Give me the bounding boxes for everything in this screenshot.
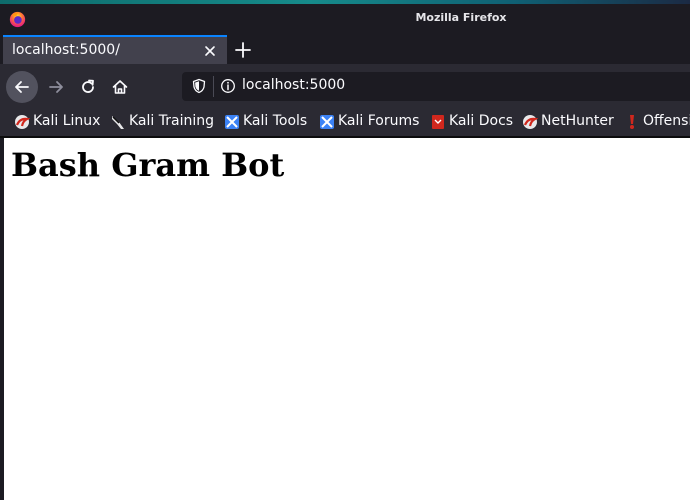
- close-icon[interactable]: [202, 43, 218, 59]
- tab-active[interactable]: localhost:5000/: [3, 35, 227, 64]
- url-bar[interactable]: localhost:5000: [182, 72, 690, 101]
- nethunter-icon: [523, 115, 538, 129]
- title-bar: Mozilla Firefox: [0, 4, 690, 34]
- url-text[interactable]: localhost:5000: [242, 77, 345, 93]
- kali-forums-icon: [320, 115, 334, 129]
- bookmarks-toolbar: Kali Linux Kali Training Kali Tools Kali…: [0, 108, 690, 136]
- bookmark-label: Offensi: [643, 113, 690, 129]
- bookmark-label: Kali Training: [129, 113, 214, 129]
- kali-docs-icon: [432, 115, 444, 129]
- window-title: Mozilla Firefox: [415, 11, 507, 24]
- bookmark-label: Kali Forums: [338, 113, 420, 129]
- page-heading: Bash Gram Bot: [11, 146, 285, 184]
- url-separator: [213, 76, 214, 97]
- bookmark-label: NetHunter: [541, 113, 614, 129]
- bookmark-label: Kali Tools: [243, 113, 308, 129]
- bookmark-label: Kali Linux: [33, 113, 101, 129]
- arrow-left-icon: [15, 81, 29, 93]
- bookmark-label: Kali Docs: [449, 113, 514, 129]
- home-button[interactable]: [104, 71, 136, 103]
- offensive-security-icon: [630, 115, 634, 129]
- reload-icon: [82, 79, 94, 93]
- back-button[interactable]: [6, 71, 38, 103]
- new-tab-icon[interactable]: [233, 40, 253, 60]
- reload-button[interactable]: [72, 71, 104, 103]
- page-content: Bash Gram Bot: [4, 138, 690, 500]
- tab-title: localhost:5000/: [12, 42, 120, 58]
- home-icon: [112, 80, 128, 94]
- kali-tools-icon: [225, 115, 239, 129]
- tab-strip: localhost:5000/: [0, 34, 690, 64]
- arrow-right-icon: [49, 81, 63, 93]
- forward-button[interactable]: [40, 71, 72, 103]
- shield-icon[interactable]: [191, 78, 207, 94]
- kali-training-icon: [112, 116, 124, 129]
- info-icon[interactable]: [220, 78, 236, 94]
- browser-window: Mozilla Firefox localhost:5000/ localhos…: [0, 0, 690, 500]
- kali-dragon-icon: [15, 115, 30, 129]
